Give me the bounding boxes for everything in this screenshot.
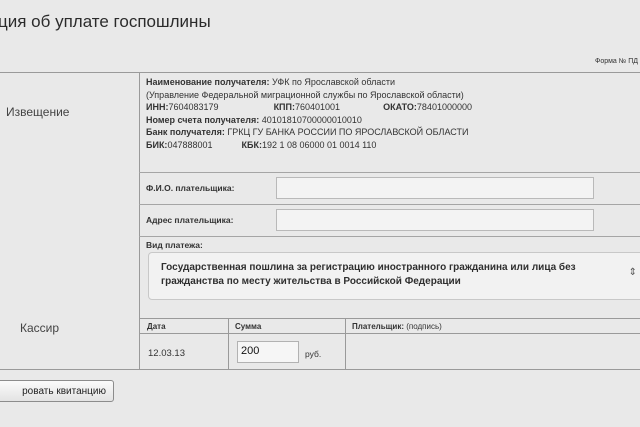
payer-signature-hint: (подпись) [406,322,442,331]
kbk-value: 192 1 08 06000 01 0014 110 [261,139,377,150]
account-value: 40101810700000010010 [261,114,362,125]
payment-type-select[interactable]: Государственная пошлина за регистрацию и… [148,252,640,300]
form-code: Форма № ПД [595,58,638,65]
kbk-label: КБК: [241,139,262,150]
separator-fio [139,204,640,205]
bik-kbk-line: БИК:047888001 КБК:192 1 08 06000 01 0014… [146,139,640,152]
amount-input[interactable]: 200 [237,341,299,363]
bank-line: Банк получателя: ГРКЦ ГУ БАНКА РОССИИ ПО… [146,126,640,139]
payment-date-value: 12.03.13 [148,348,185,359]
footer-col-sum [345,318,346,370]
bik-value: 047888001 [167,139,213,150]
recipient-name-value: УФК по Ярославской области [271,77,396,87]
payer-signature-label: Плательщик: (подпись) [352,322,442,331]
account-line: Номер счета получателя: 4010181070000001… [146,114,640,127]
inn-label: ИНН: [146,102,169,112]
tax-ids-line: ИНН:7604083179 КПП:760401001 ОКАТО:78401… [146,101,640,114]
separator-address [139,236,640,237]
payer-address-label: Адрес плательщика: [146,215,234,225]
recipient-info: Наименование получателя: УФК по Ярославс… [146,76,640,151]
cashier-label: Кассир [20,321,60,335]
separator-recipient [139,172,640,173]
footer-header-row: Дата Сумма Плательщик: (подпись) [139,318,640,334]
bank-value: ГРКЦ ГУ БАНКА РОССИИ ПО ЯРОСЛАВСКОЙ ОБЛА… [227,127,469,137]
date-label: Дата [147,322,166,331]
payment-type-label: Вид платежа: [146,240,203,250]
select-arrows-icon: ⇕ [628,267,637,278]
sum-label: Сумма [235,322,262,331]
currency-label: руб. [305,349,322,359]
payment-footer-table: Дата Сумма Плательщик: (подпись) [139,318,640,370]
payer-fio-label: Ф.И.О. плательщика: [146,183,235,193]
page-title: ция об уплате госпошлины [0,12,211,31]
kpp-value: 760401001 [295,102,341,112]
okato-value: 78401000000 [416,102,472,112]
notice-label: Извещение [6,105,70,119]
bik-label: БИК: [146,139,168,150]
recipient-name-sub: (Управление Федеральной миграционной слу… [146,89,464,100]
payment-type-value: Государственная пошлина за регистрацию и… [161,262,576,287]
account-label: Номер счета получателя: [146,114,260,125]
bank-label: Банк получателя: [146,127,225,137]
print-receipt-button[interactable]: ровать квитанцию [0,380,114,402]
inn-value: 7604083179 [168,102,219,112]
footer-col-left [139,318,140,370]
payer-fio-input[interactable] [276,177,594,199]
okato-label: ОКАТО: [383,102,417,112]
footer-col-date [228,318,229,370]
payer-address-input[interactable] [276,209,594,231]
recipient-name-label: Наименование получателя: [146,77,270,87]
kpp-label: КПП: [273,102,295,112]
recipient-name-line: Наименование получателя: УФК по Ярославс… [146,76,640,89]
payer-signature-title: Плательщик: [352,322,404,331]
